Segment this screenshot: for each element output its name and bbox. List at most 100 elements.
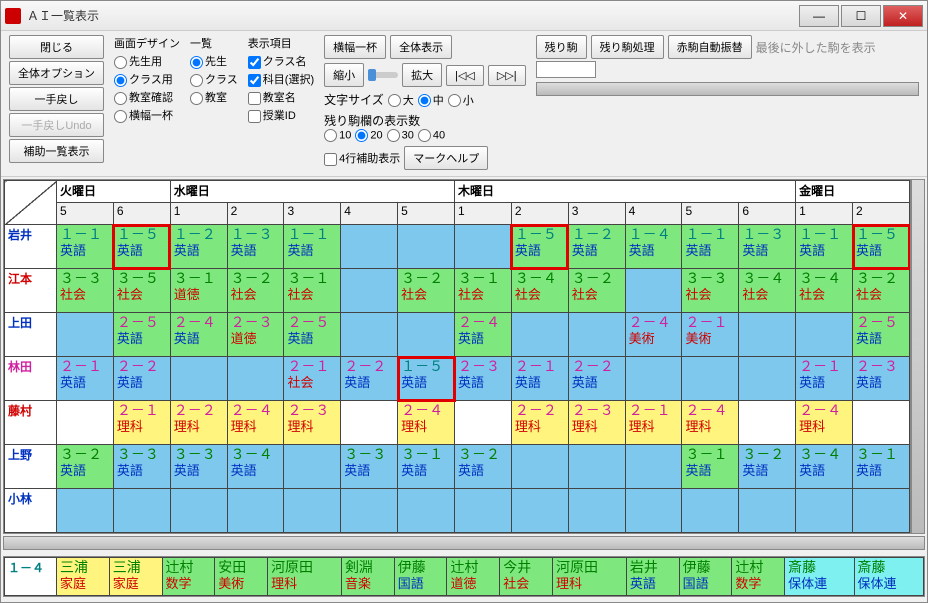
bottom-cell[interactable]: 斎藤保体連 bbox=[785, 558, 854, 596]
nokorikoma-button[interactable]: 残り駒 bbox=[536, 35, 587, 59]
yongyo-check[interactable]: 4行補助表示 bbox=[324, 150, 400, 166]
schedule-cell[interactable] bbox=[341, 269, 398, 313]
bottom-grid[interactable]: １－４三浦家庭三浦家庭辻村数学安田美術河原田理科剣淵音楽伊藤国語辻村道徳今井社会… bbox=[4, 557, 924, 596]
schedule-cell[interactable] bbox=[568, 313, 625, 357]
schedule-cell[interactable]: ２－１美術 bbox=[682, 313, 739, 357]
schedule-cell[interactable]: １－５英語 bbox=[398, 357, 455, 401]
bottom-cell[interactable]: 河原田理科 bbox=[268, 558, 342, 596]
schedule-cell[interactable] bbox=[341, 313, 398, 357]
schedule-cell[interactable]: ２－４理科 bbox=[227, 401, 284, 445]
bottom-cell[interactable]: 三浦家庭 bbox=[57, 558, 110, 596]
minimize-button[interactable]: — bbox=[799, 5, 839, 27]
schedule-cell[interactable]: ３－２社会 bbox=[568, 269, 625, 313]
schedule-cell[interactable] bbox=[170, 357, 227, 401]
schedule-cell[interactable] bbox=[284, 489, 341, 533]
shukusho-button[interactable]: 縮小 bbox=[324, 63, 364, 87]
nokori-opt-0[interactable]: 10 bbox=[324, 129, 351, 142]
schedule-cell[interactable]: ３－１英語 bbox=[398, 445, 455, 489]
schedule-cell[interactable]: ３－３英語 bbox=[113, 445, 170, 489]
bottom-cell[interactable]: 辻村道徳 bbox=[447, 558, 500, 596]
undo-redo-button[interactable]: 一手戻しUndo bbox=[9, 113, 104, 137]
schedule-cell[interactable] bbox=[682, 357, 739, 401]
maximize-button[interactable]: ☐ bbox=[841, 5, 881, 27]
hyoji-opt-1[interactable]: 科目(選択) bbox=[248, 71, 314, 87]
schedule-cell[interactable]: ２－１理科 bbox=[625, 401, 682, 445]
schedule-cell[interactable]: ２－３英語 bbox=[853, 357, 910, 401]
schedule-cell[interactable]: １－５英語 bbox=[853, 225, 910, 269]
schedule-cell[interactable]: １－５英語 bbox=[113, 225, 170, 269]
schedule-cell[interactable] bbox=[113, 489, 170, 533]
schedule-cell[interactable] bbox=[625, 357, 682, 401]
schedule-cell[interactable] bbox=[511, 445, 568, 489]
design-opt-1[interactable]: クラス用 bbox=[114, 71, 180, 87]
schedule-cell[interactable]: ３－１英語 bbox=[853, 445, 910, 489]
schedule-cell[interactable] bbox=[455, 489, 512, 533]
schedule-cell[interactable]: ３－４英語 bbox=[796, 445, 853, 489]
aux-list-button[interactable]: 補助一覧表示 bbox=[9, 139, 104, 163]
schedule-cell[interactable] bbox=[625, 269, 682, 313]
schedule-cell[interactable]: ２－２英語 bbox=[341, 357, 398, 401]
schedule-cell[interactable]: ３－４社会 bbox=[739, 269, 796, 313]
schedule-cell[interactable] bbox=[398, 225, 455, 269]
schedule-cell[interactable]: ２－５英語 bbox=[853, 313, 910, 357]
bottom-cell[interactable]: 岩井英語 bbox=[626, 558, 679, 596]
schedule-cell[interactable]: ３－３英語 bbox=[170, 445, 227, 489]
schedule-cell[interactable]: ２－４理科 bbox=[398, 401, 455, 445]
schedule-cell[interactable]: ３－３社会 bbox=[57, 269, 114, 313]
schedule-cell[interactable]: ３－３英語 bbox=[341, 445, 398, 489]
hyoji-opt-2[interactable]: 教室名 bbox=[248, 89, 314, 105]
schedule-cell[interactable]: １－１英語 bbox=[682, 225, 739, 269]
kakudai-button[interactable]: 拡大 bbox=[402, 63, 442, 87]
schedule-cell[interactable] bbox=[398, 489, 455, 533]
schedule-cell[interactable]: ２－４理科 bbox=[682, 401, 739, 445]
schedule-cell[interactable] bbox=[57, 489, 114, 533]
main-hscroll[interactable] bbox=[3, 536, 925, 550]
schedule-cell[interactable]: ３－５社会 bbox=[113, 269, 170, 313]
top-input[interactable] bbox=[536, 61, 596, 78]
schedule-cell[interactable]: ３－１英語 bbox=[682, 445, 739, 489]
zentai-hyoji-button[interactable]: 全体表示 bbox=[390, 35, 452, 59]
yokohaba-button[interactable]: 横幅一杯 bbox=[324, 35, 386, 59]
schedule-cell[interactable] bbox=[341, 401, 398, 445]
schedule-cell[interactable]: ２－１英語 bbox=[511, 357, 568, 401]
mojisize-opt-2[interactable]: 小 bbox=[448, 92, 474, 108]
ichiran-opt-0[interactable]: 先生 bbox=[190, 53, 238, 69]
schedule-cell[interactable]: ２－２理科 bbox=[511, 401, 568, 445]
schedule-cell[interactable]: ３－２社会 bbox=[853, 269, 910, 313]
schedule-cell[interactable]: １－２英語 bbox=[568, 225, 625, 269]
schedule-cell[interactable] bbox=[227, 489, 284, 533]
nokorikoma-shori-button[interactable]: 残り駒処理 bbox=[591, 35, 664, 59]
schedule-cell[interactable] bbox=[568, 445, 625, 489]
akakoma-button[interactable]: 赤駒自動振替 bbox=[668, 35, 752, 59]
schedule-cell[interactable] bbox=[227, 357, 284, 401]
schedule-cell[interactable]: ２－５英語 bbox=[284, 313, 341, 357]
schedule-cell[interactable] bbox=[341, 489, 398, 533]
schedule-cell[interactable]: ３－４社会 bbox=[796, 269, 853, 313]
schedule-cell[interactable] bbox=[682, 489, 739, 533]
nokori-opt-1[interactable]: 20 bbox=[355, 129, 382, 142]
schedule-cell[interactable]: ２－４美術 bbox=[625, 313, 682, 357]
schedule-cell[interactable]: ２－４英語 bbox=[455, 313, 512, 357]
schedule-cell[interactable]: ３－２社会 bbox=[398, 269, 455, 313]
schedule-cell[interactable] bbox=[57, 401, 114, 445]
nokori-opt-3[interactable]: 40 bbox=[418, 129, 445, 142]
schedule-cell[interactable] bbox=[341, 225, 398, 269]
hyoji-opt-0[interactable]: クラス名 bbox=[248, 53, 314, 69]
schedule-cell[interactable] bbox=[796, 489, 853, 533]
schedule-cell[interactable] bbox=[853, 401, 910, 445]
schedule-cell[interactable] bbox=[796, 313, 853, 357]
schedule-cell[interactable]: ２－５英語 bbox=[113, 313, 170, 357]
schedule-cell[interactable]: １－２英語 bbox=[170, 225, 227, 269]
schedule-cell[interactable] bbox=[739, 489, 796, 533]
schedule-cell[interactable]: ２－３英語 bbox=[455, 357, 512, 401]
schedule-cell[interactable]: １－１英語 bbox=[284, 225, 341, 269]
schedule-cell[interactable] bbox=[511, 489, 568, 533]
design-opt-3[interactable]: 横幅一杯 bbox=[114, 107, 180, 123]
schedule-cell[interactable]: ２－４理科 bbox=[796, 401, 853, 445]
schedule-cell[interactable]: ３－２英語 bbox=[739, 445, 796, 489]
schedule-cell[interactable]: １－１英語 bbox=[796, 225, 853, 269]
schedule-cell[interactable]: ３－１社会 bbox=[284, 269, 341, 313]
design-opt-2[interactable]: 教室確認 bbox=[114, 89, 180, 105]
schedule-grid[interactable]: 火曜日水曜日木曜日金曜日561234512345612岩井１－１英語１－５英語１… bbox=[3, 179, 911, 534]
schedule-cell[interactable]: ３－１社会 bbox=[455, 269, 512, 313]
